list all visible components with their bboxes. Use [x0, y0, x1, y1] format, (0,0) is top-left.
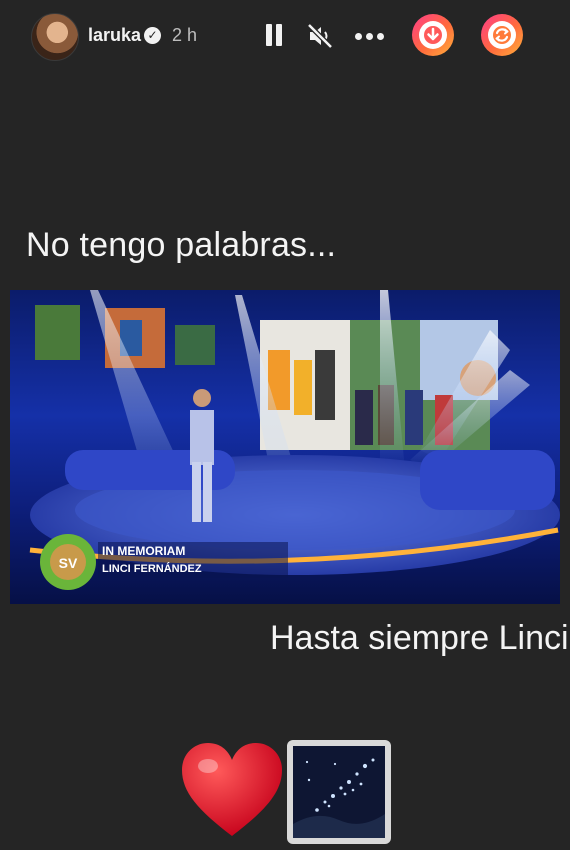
- story-header: laruka ✓ 2 h: [0, 0, 570, 72]
- caption-bottom: Hasta siempre Linci: [270, 619, 569, 657]
- overlay-title: IN MEMORIAM: [102, 544, 185, 558]
- verified-badge-icon: ✓: [144, 27, 161, 44]
- username[interactable]: laruka: [88, 25, 141, 46]
- logo-text: SV: [59, 555, 78, 571]
- night-stars-icon: [293, 746, 385, 838]
- pause-icon[interactable]: [264, 24, 284, 48]
- overlay-name: LINCI FERNÁNDEZ: [102, 562, 202, 575]
- more-icon[interactable]: [355, 33, 387, 41]
- heart-emoji: [182, 743, 282, 836]
- avatar[interactable]: [31, 13, 79, 61]
- caption-top: No tengo palabras...: [26, 226, 337, 264]
- download-sticker-button[interactable]: [412, 14, 454, 56]
- repost-icon: [493, 26, 511, 44]
- tv-set-photo: SV IN MEMORIAM LINCI FERNÁNDEZ: [10, 290, 560, 604]
- repost-sticker-button[interactable]: [481, 14, 523, 56]
- night-stars-emoji: [287, 740, 391, 844]
- time-ago: 2 h: [172, 25, 198, 45]
- download-icon: [424, 26, 442, 44]
- mute-icon[interactable]: [306, 22, 334, 50]
- tv-set-illustration: SV IN MEMORIAM LINCI FERNÁNDEZ: [29, 290, 560, 590]
